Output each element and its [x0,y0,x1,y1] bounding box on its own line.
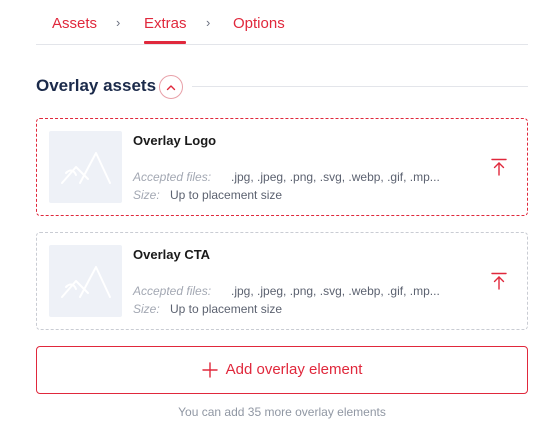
plus-icon [201,362,218,378]
accepted-files-value: .jpg, .jpeg, .png, .svg, .webp, .gif, .m… [231,170,440,184]
active-tab-indicator [144,41,186,44]
size-value: Up to placement size [170,188,283,202]
accepted-files-label: Accepted files: [133,170,212,184]
chevron-right-icon: › [116,15,121,30]
accepted-files-value: .jpg, .jpeg, .png, .svg, .webp, .gif, .m… [231,284,440,298]
image-placeholder-icon [49,245,122,317]
size-value: Up to placement size [170,302,283,316]
size-label: Size: [133,302,160,316]
chevron-right-icon: › [206,15,211,30]
collapse-section-button[interactable] [159,75,183,99]
size-label: Size: [133,188,160,202]
asset-title: Overlay Logo [133,133,217,148]
add-overlay-element-label: Add overlay element [225,361,363,378]
upload-icon [491,272,507,290]
tab-assets[interactable]: Assets [52,15,97,33]
size-row: Size: Up to placement size [133,188,282,202]
upload-icon [491,158,507,176]
accepted-files-label: Accepted files: [133,284,212,298]
asset-card-overlay-cta[interactable]: Overlay CTA Accepted files: .jpg, .jpeg, … [36,232,528,330]
asset-card-overlay-logo[interactable]: Overlay Logo Accepted files: .jpg, .jpeg,… [36,118,528,216]
tab-extras[interactable]: Extras [144,15,187,33]
accepted-files-row: Accepted files: .jpg, .jpeg, .png, .svg, … [133,170,440,184]
accepted-files-row: Accepted files: .jpg, .jpeg, .png, .svg, … [133,284,440,298]
asset-title: Overlay CTA [133,247,211,262]
remaining-elements-hint: You can add 35 more overlay elements [178,405,386,419]
add-overlay-element-button[interactable]: Add overlay element [36,346,528,394]
upload-button[interactable] [489,157,509,177]
size-row: Size: Up to placement size [133,302,282,316]
tab-options[interactable]: Options [233,15,285,33]
chevron-up-icon [166,84,176,90]
section-divider [192,86,528,87]
upload-button[interactable] [489,271,509,291]
section-title: Overlay assets [36,76,157,95]
image-placeholder-icon [49,131,122,203]
breadcrumb-tabs: Assets › Extras › Options [36,0,528,45]
